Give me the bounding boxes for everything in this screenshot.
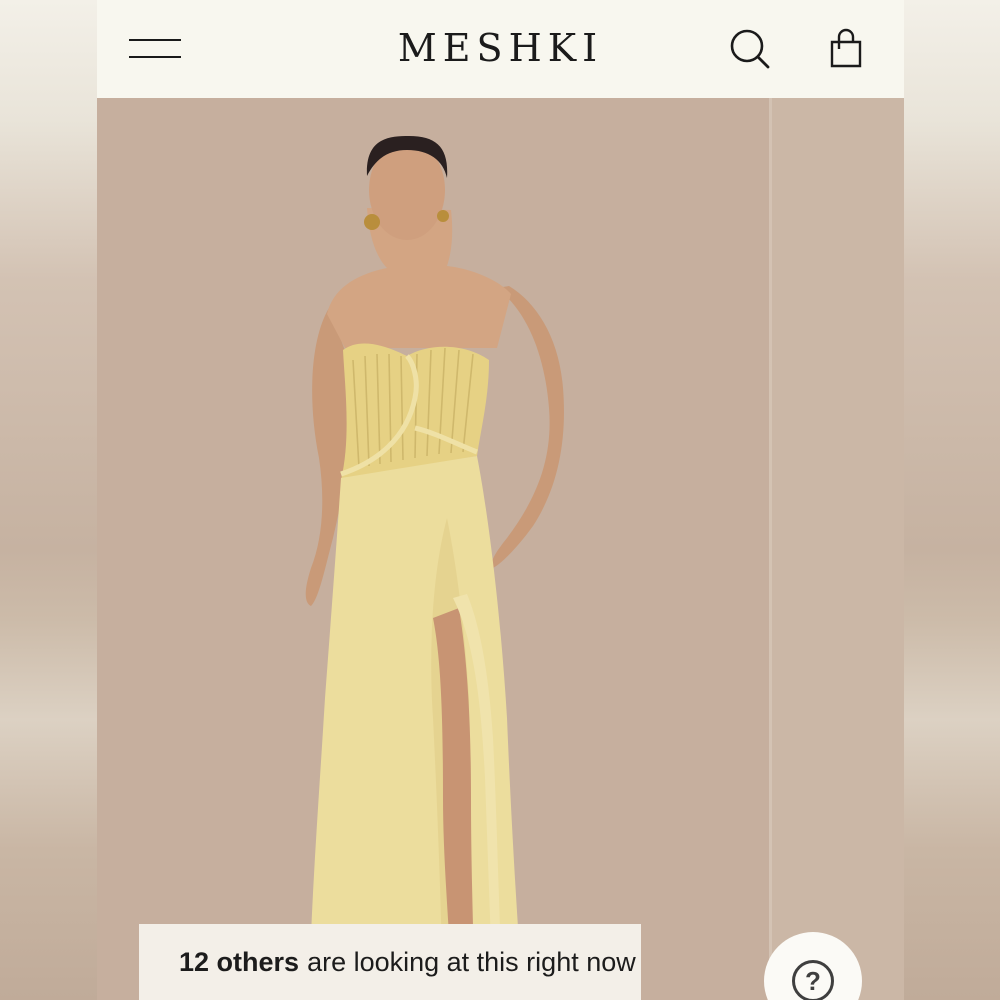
site-header: MESHKI bbox=[97, 0, 904, 98]
brand-logo[interactable]: MESHKI bbox=[97, 26, 904, 70]
viewer-count: 12 others bbox=[179, 946, 300, 977]
mobile-screen: MESHKI 12 others are looking at this rig… bbox=[97, 0, 904, 1000]
product-photo bbox=[97, 98, 769, 1000]
viewer-message: are looking at this right now bbox=[307, 946, 636, 977]
product-image-carousel[interactable] bbox=[97, 98, 904, 1000]
live-viewers-banner: 12 others are looking at this right now bbox=[139, 924, 641, 1000]
blurred-backdrop-left bbox=[0, 0, 97, 1000]
next-slide-preview[interactable] bbox=[772, 98, 904, 1000]
blurred-backdrop-right bbox=[904, 0, 1000, 1000]
search-icon[interactable] bbox=[729, 28, 771, 70]
help-question-icon: ? bbox=[792, 960, 834, 1000]
shopping-bag-icon[interactable] bbox=[827, 28, 865, 70]
